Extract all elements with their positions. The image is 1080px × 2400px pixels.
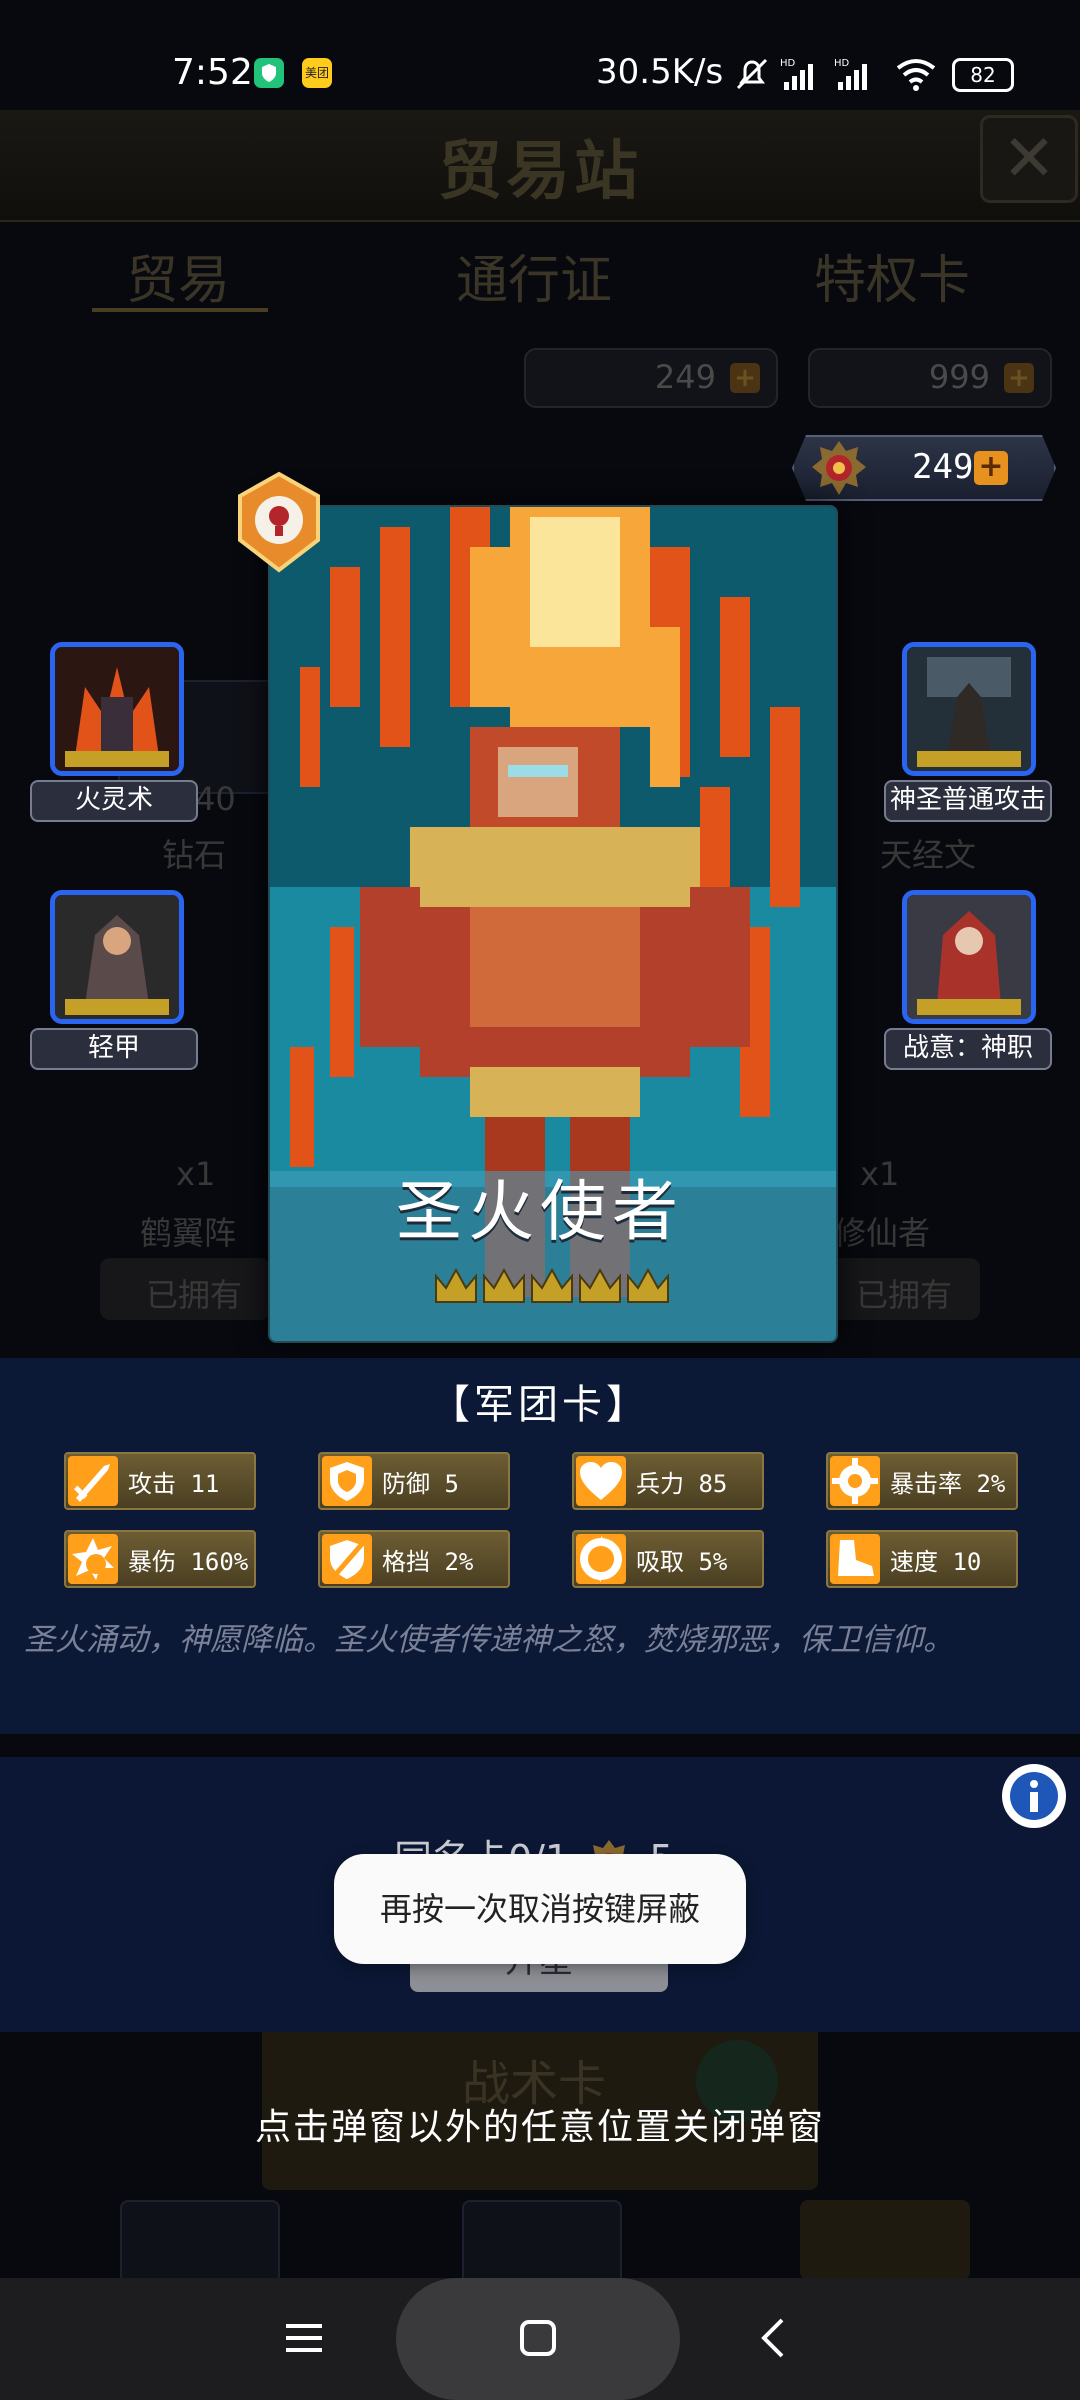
stat-attack-label: 攻击 11 bbox=[128, 1470, 220, 1498]
bg-tab-underline bbox=[92, 308, 268, 312]
stat-crit-rate: 暴击率 2% bbox=[826, 1452, 1018, 1510]
skill-tile-fire-spirit[interactable] bbox=[50, 642, 184, 776]
skill-label-light-armor: 轻甲 bbox=[30, 1028, 198, 1070]
bg-currency-2: 999 + bbox=[808, 348, 1052, 408]
info-button[interactable] bbox=[1002, 1764, 1066, 1828]
fire-spirit-skill-icon bbox=[55, 647, 179, 771]
bg-currency-1-value: 249 bbox=[654, 358, 716, 396]
close-popup-hint: 点击弹窗以外的任意位置关闭弹窗 bbox=[254, 2107, 825, 2148]
stat-block: 格挡 2% bbox=[318, 1530, 510, 1588]
bg-tab-privilege: 特权卡 bbox=[814, 251, 971, 311]
skill-label-fire-spirit: 火灵术 bbox=[30, 780, 198, 822]
stat-attack: 攻击 11 bbox=[64, 1452, 256, 1510]
stat-speed-label: 速度 10 bbox=[890, 1548, 982, 1576]
lifesteal-icon bbox=[576, 1534, 626, 1584]
bg-tab-pass: 通行证 bbox=[456, 251, 613, 311]
bg-currency-2-plus: + bbox=[1004, 363, 1034, 393]
heart-icon bbox=[576, 1456, 626, 1506]
skill-tile-light-armor[interactable] bbox=[50, 890, 184, 1024]
toast-message: 再按一次取消按键屏蔽 bbox=[334, 1854, 746, 1964]
stat-crit-damage-label: 暴伤 160% bbox=[128, 1548, 249, 1576]
bg-owned-label-2: 已拥有 bbox=[856, 1276, 953, 1314]
stat-lifesteal: 吸取 5% bbox=[572, 1530, 764, 1588]
stat-crit-damage: 暴伤 160% bbox=[64, 1530, 256, 1588]
home-icon[interactable] bbox=[516, 2316, 560, 2364]
bg-card-bottom-3 bbox=[800, 2200, 970, 2280]
card-type-title: 【军团卡】 bbox=[430, 1382, 650, 1428]
skill-tile-battle-spirit[interactable] bbox=[902, 890, 1036, 1024]
stat-troops: 兵力 85 bbox=[572, 1452, 764, 1510]
hero-star-crowns bbox=[432, 1262, 672, 1312]
info-icon bbox=[1010, 1772, 1058, 1820]
bg-card-bottom-1 bbox=[120, 2200, 280, 2284]
crit-damage-icon bbox=[68, 1534, 118, 1584]
bg-card-bottom-2 bbox=[462, 2200, 622, 2284]
bg-diamond-qty: 40 bbox=[195, 780, 236, 818]
flavor-text: 圣火涌动，神愿降临。圣火使者传递神之怒，焚烧邪恶，保卫信仰。 bbox=[24, 1622, 954, 1658]
skill-label-holy-attack: 神圣普通攻击 bbox=[884, 780, 1052, 822]
shield-icon bbox=[322, 1456, 372, 1506]
stat-speed: 速度 10 bbox=[826, 1530, 1018, 1588]
skill-tile-holy-attack[interactable] bbox=[902, 642, 1036, 776]
currency-add-button[interactable]: + bbox=[974, 451, 1008, 485]
currency-value: 249 bbox=[912, 447, 974, 487]
back-icon[interactable] bbox=[752, 2316, 796, 2364]
block-icon bbox=[322, 1534, 372, 1584]
bg-currency-1: 249 + bbox=[524, 348, 778, 408]
sword-icon bbox=[68, 1456, 118, 1506]
stat-lifesteal-label: 吸取 5% bbox=[636, 1548, 728, 1576]
holy-attack-skill-icon bbox=[907, 647, 1031, 771]
currency-display[interactable]: 249 + bbox=[792, 435, 1056, 501]
stat-defense-label: 防御 5 bbox=[382, 1470, 459, 1498]
light-armor-skill-icon bbox=[55, 895, 179, 1019]
stat-troops-label: 兵力 85 bbox=[636, 1470, 728, 1498]
stat-block-label: 格挡 2% bbox=[382, 1548, 474, 1576]
bg-owned-label-1: 已拥有 bbox=[146, 1276, 243, 1314]
menu-icon[interactable] bbox=[282, 2316, 326, 2364]
stat-crit-rate-label: 暴击率 2% bbox=[890, 1470, 1006, 1498]
hero-name: 圣火使者 bbox=[396, 1173, 684, 1250]
stat-defense: 防御 5 bbox=[318, 1452, 510, 1510]
rank-badge-icon bbox=[238, 471, 320, 573]
crit-rate-icon bbox=[830, 1456, 880, 1506]
bg-close-button: ✕ bbox=[980, 115, 1078, 203]
crest-emblem-icon bbox=[808, 437, 870, 499]
boot-icon bbox=[830, 1534, 880, 1584]
bg-scripture-name: 天经文 bbox=[880, 836, 977, 874]
bg-tab-trade: 贸易 bbox=[126, 251, 231, 311]
battle-spirit-skill-icon bbox=[907, 895, 1031, 1019]
skill-label-battle-spirit: 战意：神职 bbox=[884, 1028, 1052, 1070]
bg-page-title: 贸易站 bbox=[438, 135, 642, 209]
bg-currency-1-plus: + bbox=[730, 363, 760, 393]
bg-diamond-name: 钻石 bbox=[162, 836, 227, 874]
bg-currency-2-value: 999 bbox=[928, 358, 990, 396]
